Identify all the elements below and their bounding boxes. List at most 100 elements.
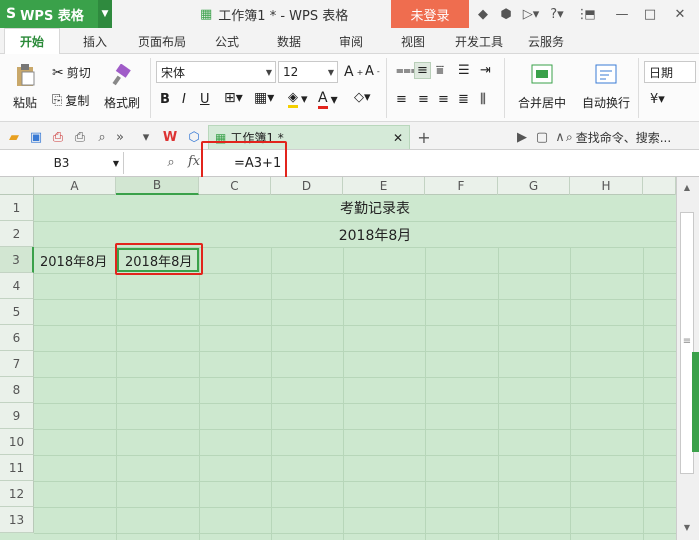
- indent-icon[interactable]: ⇥: [480, 63, 491, 78]
- tab-view[interactable]: 视图: [390, 28, 436, 54]
- border-icon[interactable]: ⊞▾: [224, 90, 243, 106]
- export-pdf-icon[interactable]: ⎙: [50, 128, 66, 146]
- row-header-4[interactable]: 4: [0, 273, 34, 299]
- underline-icon[interactable]: U: [200, 92, 210, 107]
- restore-ribbon-icon[interactable]: ⬒: [580, 5, 600, 23]
- column-header-c[interactable]: C: [199, 177, 271, 195]
- wrap-text-label: 自动换行: [581, 96, 630, 110]
- italic-icon[interactable]: I: [182, 92, 186, 107]
- align-center-icon[interactable]: ≡: [418, 92, 429, 107]
- cut-button[interactable]: ✂ 剪切: [52, 64, 91, 81]
- print-icon[interactable]: ⎙: [72, 128, 88, 146]
- new-tab-icon[interactable]: +: [416, 128, 432, 147]
- select-all-corner[interactable]: [0, 177, 34, 195]
- row-header-1[interactable]: 1: [0, 195, 34, 221]
- fill-pattern-icon[interactable]: ▦▾: [254, 90, 274, 106]
- formula-input[interactable]: =A3+1: [222, 152, 692, 174]
- bold-icon[interactable]: B: [160, 92, 170, 107]
- tab-cloud-services[interactable]: 云服务: [520, 28, 572, 54]
- tab-formulas[interactable]: 公式: [204, 28, 250, 54]
- row-header-12[interactable]: 12: [0, 481, 34, 507]
- wps-home-icon[interactable]: W: [162, 128, 178, 146]
- app-menu-dropdown-icon[interactable]: ▼: [98, 0, 112, 28]
- cube-app-icon[interactable]: ⬡: [186, 128, 202, 146]
- column-header-f[interactable]: F: [425, 177, 498, 195]
- wps-app-menu-button[interactable]: S WPS 表格 ▼: [0, 0, 112, 28]
- scroll-up-icon[interactable]: ▲: [679, 180, 695, 194]
- justify-icon[interactable]: ≣: [458, 92, 469, 107]
- column-header-e[interactable]: E: [343, 177, 425, 195]
- column-header-partial[interactable]: [643, 177, 676, 195]
- tab-data[interactable]: 数据: [266, 28, 312, 54]
- merge-center-button[interactable]: 合并居中: [510, 62, 574, 111]
- row-header-7[interactable]: 7: [0, 351, 34, 377]
- close-tab-icon[interactable]: ✕: [393, 131, 403, 145]
- distributed-align-icon[interactable]: ⫼: [480, 92, 486, 107]
- wrap-text-button[interactable]: 自动换行: [578, 62, 634, 111]
- format-painter-button[interactable]: 格式刷: [102, 62, 142, 111]
- zoom-formula-icon[interactable]: ⌕: [163, 153, 179, 171]
- tab-review[interactable]: 审阅: [328, 28, 374, 54]
- search-commands-field[interactable]: ⌕ 查找命令、搜索...: [566, 128, 671, 146]
- row-header-3[interactable]: 3: [0, 247, 34, 273]
- row-header-2[interactable]: 2: [0, 221, 34, 247]
- chevron-down-icon: ▼: [112, 158, 119, 168]
- row-header-9[interactable]: 9: [0, 403, 34, 429]
- sheet-title-cell[interactable]: 考勤记录表: [34, 195, 676, 221]
- fill-color-icon[interactable]: ◈ ▾: [288, 90, 308, 108]
- comment-icon[interactable]: ▢: [534, 128, 550, 146]
- paste-button[interactable]: 粘贴: [6, 62, 44, 111]
- column-header-g[interactable]: G: [498, 177, 570, 195]
- row-header-8[interactable]: 8: [0, 377, 34, 403]
- copy-button[interactable]: ⎘ 复制: [52, 92, 89, 109]
- row-header-13[interactable]: 13: [0, 507, 34, 533]
- column-header-a[interactable]: A: [34, 177, 116, 195]
- slideshow-icon[interactable]: ▶: [514, 128, 530, 146]
- side-panel-handle[interactable]: [692, 352, 699, 452]
- scroll-down-icon[interactable]: ▼: [679, 520, 695, 534]
- row-header-11[interactable]: 11: [0, 455, 34, 481]
- row-header-10[interactable]: 10: [0, 429, 34, 455]
- font-name-value: 宋体: [161, 65, 186, 80]
- align-bottom-icon[interactable]: ⩸: [436, 63, 444, 78]
- font-name-select[interactable]: 宋体 ▼: [156, 61, 276, 83]
- name-box[interactable]: B3 ▼: [0, 152, 124, 174]
- align-right-icon[interactable]: ≡: [438, 92, 449, 107]
- row-header-6[interactable]: 6: [0, 325, 34, 351]
- close-window-icon[interactable]: ✕: [670, 5, 690, 23]
- column-header-b[interactable]: B: [116, 177, 199, 195]
- settings-hex-icon[interactable]: ⬢: [498, 5, 514, 23]
- insert-function-button[interactable]: fx: [188, 154, 200, 169]
- share-icon[interactable]: ▷▾: [520, 5, 542, 23]
- row-header-5[interactable]: 5: [0, 299, 34, 325]
- help-icon[interactable]: ?▾: [546, 5, 568, 23]
- clear-format-icon[interactable]: ◇▾: [354, 90, 371, 105]
- skin-icon[interactable]: ◆: [475, 5, 491, 23]
- number-format-select[interactable]: 日期: [644, 61, 696, 83]
- tab-start[interactable]: 开始: [4, 28, 60, 54]
- minimize-window-icon[interactable]: —: [612, 5, 632, 23]
- print-preview-icon[interactable]: ⌕: [94, 128, 110, 146]
- login-button[interactable]: 未登录: [391, 0, 469, 28]
- number-format-value: 日期: [649, 65, 674, 80]
- open-folder-icon[interactable]: ▰: [6, 128, 22, 146]
- align-middle-icon[interactable]: ≡: [414, 62, 431, 79]
- save-icon[interactable]: ▣: [28, 128, 44, 146]
- cell-a3[interactable]: 2018年8月: [40, 247, 116, 273]
- tab-developer[interactable]: 开发工具: [450, 28, 508, 54]
- maximize-window-icon[interactable]: □: [640, 5, 660, 23]
- font-color-icon[interactable]: A ▾: [318, 90, 338, 109]
- decrease-font-icon[interactable]: A-: [365, 64, 380, 79]
- font-size-select[interactable]: 12 ▼: [278, 61, 338, 83]
- wrap-text-icon: [593, 62, 619, 86]
- customize-toolbar-icon[interactable]: ▾: [138, 128, 154, 146]
- more-commands-icon[interactable]: »: [112, 128, 128, 146]
- currency-format-icon[interactable]: ¥▾: [650, 92, 665, 107]
- column-header-h[interactable]: H: [570, 177, 643, 195]
- tab-insert[interactable]: 插入: [70, 28, 120, 54]
- tab-page-layout[interactable]: 页面布局: [130, 28, 194, 54]
- align-left-icon[interactable]: ≡: [396, 92, 407, 107]
- column-header-d[interactable]: D: [271, 177, 343, 195]
- increase-font-icon[interactable]: A +: [344, 64, 363, 80]
- orientation-icon[interactable]: ☰: [458, 63, 470, 78]
